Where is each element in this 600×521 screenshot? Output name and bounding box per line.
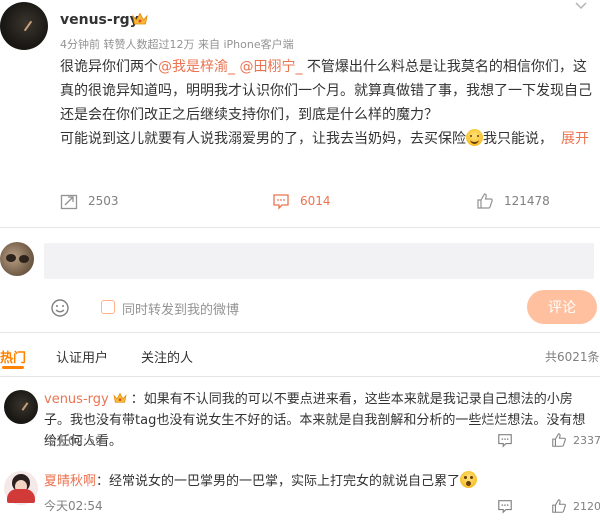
avatar-shirt bbox=[7, 489, 35, 503]
expand-link[interactable]: 展开 bbox=[561, 131, 589, 147]
repost-icon bbox=[60, 194, 78, 210]
post-text: 很诡异你们两个 bbox=[60, 59, 158, 75]
emoji-picker-icon[interactable] bbox=[50, 298, 70, 318]
commenter-name[interactable]: venus-rgy bbox=[44, 392, 109, 407]
comment-icon bbox=[273, 194, 289, 210]
thumbs-up-icon[interactable] bbox=[551, 432, 567, 448]
comment-like-count: 2337 bbox=[573, 433, 600, 447]
post-text: 可能说到这儿就要有人说我溺爱男的了，让我去当奶妈，去买保险 bbox=[60, 131, 466, 147]
post-body: 很诡异你们两个@我是梓渝_ @田栩宁_ 不管爆出什么料总是让我莫名的相信你们，这… bbox=[60, 55, 595, 151]
submit-comment-button[interactable]: 评论 bbox=[527, 290, 597, 324]
forward-checkbox[interactable] bbox=[101, 300, 115, 314]
thumbs-up-icon bbox=[477, 193, 493, 209]
comment-actions: 21204 bbox=[497, 498, 600, 514]
commenter-name[interactable]: 夏晴秋啊 bbox=[44, 474, 96, 489]
mention-link[interactable]: @田栩宁_ bbox=[239, 59, 302, 75]
tab-hot[interactable]: 热门 bbox=[0, 347, 26, 366]
post-text: 我只能说， bbox=[483, 131, 553, 147]
repost-count: 2503 bbox=[88, 194, 119, 208]
comment-text: 夏晴秋啊：经常说女的一巴掌男的一巴掌，实际上打完女的就说自己累了 bbox=[44, 471, 597, 492]
tab-verified-users[interactable]: 认证用户 bbox=[56, 347, 108, 366]
divider bbox=[0, 227, 600, 228]
smile-emoji-icon bbox=[466, 129, 483, 146]
author-name[interactable]: venus-rgy bbox=[60, 12, 139, 28]
author-avatar[interactable] bbox=[0, 2, 48, 50]
active-tab-indicator bbox=[2, 366, 24, 369]
comment-time: 今天02:59 bbox=[44, 434, 103, 448]
comment-button[interactable]: 6014 bbox=[272, 190, 331, 212]
total-comment-count: 共6021条 bbox=[545, 350, 600, 364]
tab-following[interactable]: 关注的人 bbox=[141, 347, 193, 366]
current-user-avatar bbox=[0, 242, 34, 276]
repost-button[interactable]: 2503 bbox=[60, 190, 119, 212]
commenter-avatar[interactable] bbox=[4, 390, 38, 424]
reply-icon[interactable] bbox=[497, 432, 513, 448]
comment-time: 今天02:54 bbox=[44, 499, 103, 513]
comment-actions: 2337 bbox=[497, 432, 600, 448]
comment-body: ：经常说女的一巴掌男的一巴掌，实际上打完女的就说自己累了 bbox=[96, 474, 461, 489]
crown-badge-icon bbox=[113, 392, 127, 403]
post-meta: 4分钟前 转赞人数超过12万 来自 iPhone客户端 bbox=[60, 38, 294, 51]
mention-link[interactable]: @我是梓渝_ bbox=[158, 59, 235, 75]
like-count: 121478 bbox=[504, 194, 550, 208]
forward-label: 同时转发到我的微博 bbox=[122, 303, 240, 318]
reply-icon[interactable] bbox=[497, 498, 513, 514]
divider bbox=[0, 376, 600, 377]
comment-like-count: 21204 bbox=[573, 499, 600, 513]
thumbs-up-icon[interactable] bbox=[551, 498, 567, 514]
like-button[interactable]: 121478 bbox=[476, 190, 550, 212]
divider bbox=[0, 332, 600, 333]
comment-count: 6014 bbox=[300, 194, 331, 208]
crown-badge-icon bbox=[132, 12, 148, 25]
comment-input[interactable] bbox=[44, 243, 594, 279]
surprised-emoji-icon bbox=[460, 471, 478, 488]
chevron-down-icon[interactable] bbox=[574, 0, 588, 12]
